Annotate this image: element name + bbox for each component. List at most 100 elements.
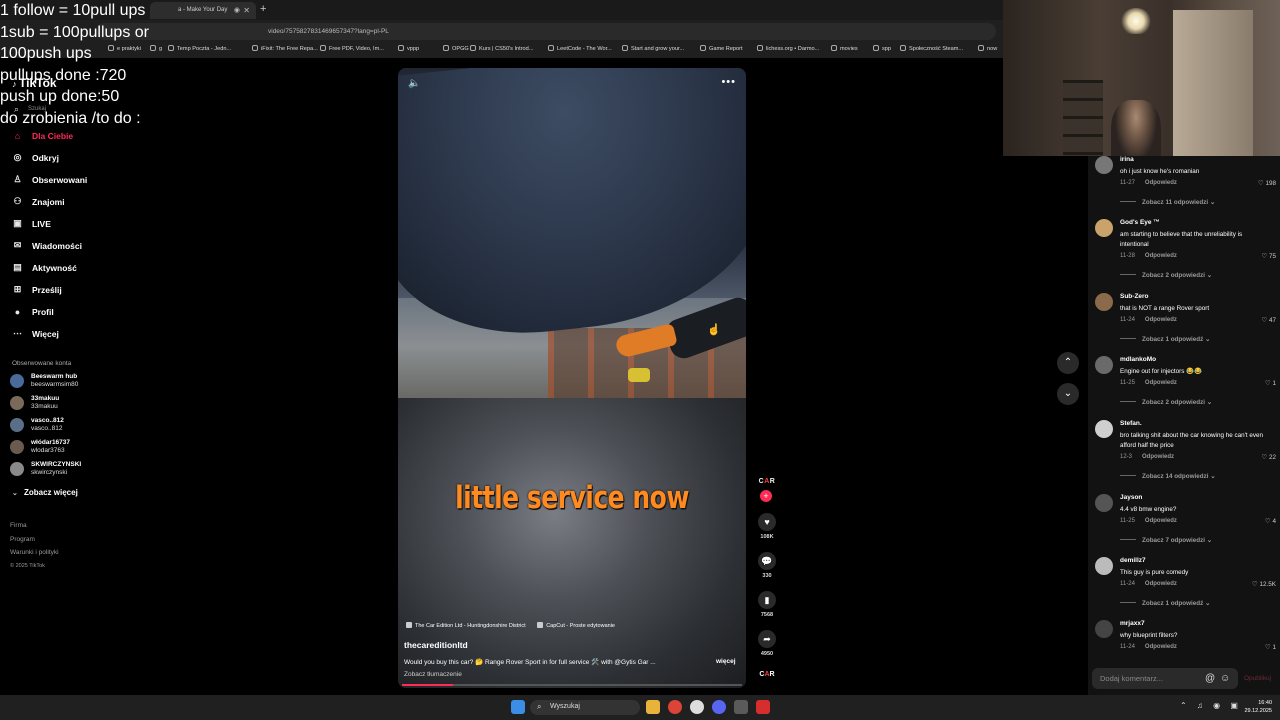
translate-link[interactable]: Zobacz tłumaczenie	[404, 671, 462, 678]
bookmark-item[interactable]: lichess.org • Darmo...	[757, 45, 819, 52]
video-progress-bar[interactable]	[402, 684, 742, 686]
view-replies-button[interactable]: Zobacz 7 odpowiedzi ⌄	[1120, 537, 1212, 544]
comment-user[interactable]: irina	[1120, 156, 1134, 163]
emoji-icon[interactable]: ☺	[1220, 673, 1230, 684]
previous-video-button[interactable]: ⌃	[1057, 352, 1079, 374]
reply-button[interactable]: Odpowiedz	[1145, 581, 1177, 587]
followed-account[interactable]: 33makuu 33makuu	[10, 394, 170, 414]
comment-like-button[interactable]: ♡ 1	[1265, 644, 1276, 651]
comment-user[interactable]: mrjaxx7	[1120, 620, 1145, 627]
bookmark-item[interactable]: Kurs | CS50's Introd...	[470, 45, 533, 52]
bookmark-item[interactable]: g	[150, 45, 162, 52]
comment-like-button[interactable]: ♡ 22	[1261, 454, 1276, 461]
reply-button[interactable]: Odpowiedz	[1145, 180, 1177, 186]
audio-icon[interactable]: ◉	[234, 6, 240, 14]
bookmark-item[interactable]: spp	[873, 45, 891, 52]
bookmark-item[interactable]: iFixit: The Free Repa...	[252, 45, 318, 52]
comment-like-button[interactable]: ♡ 12.5K	[1252, 581, 1276, 588]
bookmark-item[interactable]: Temp Poczta - Jedn...	[168, 45, 231, 52]
comment-user[interactable]: Sub-Zero	[1120, 293, 1149, 300]
new-tab-icon[interactable]: +	[260, 3, 266, 15]
comment-user[interactable]: demillz7	[1120, 557, 1146, 564]
comment-like-button[interactable]: ♡ 4	[1265, 518, 1276, 525]
bookmark-item[interactable]: vppp	[398, 45, 419, 52]
discord-icon[interactable]	[712, 700, 726, 714]
comment-user[interactable]: Stefan.	[1120, 420, 1142, 427]
comment-user[interactable]: mdlankoMo	[1120, 356, 1156, 363]
followed-account[interactable]: włódar16737 wlodar3763	[10, 438, 170, 458]
description-more-button[interactable]: więcej	[716, 658, 736, 665]
bookmark-item[interactable]: OPGG	[443, 45, 469, 52]
view-replies-button[interactable]: Zobacz 11 odpowiedzi ⌄	[1120, 199, 1215, 206]
view-replies-button[interactable]: Zobacz 1 odpowiedź ⌄	[1120, 336, 1210, 343]
followed-account[interactable]: vasco..812 vasco..812	[10, 416, 170, 436]
view-replies-button[interactable]: Zobacz 1 odpowiedź ⌄	[1120, 600, 1210, 607]
windows-start-icon[interactable]	[511, 700, 525, 714]
tab-active[interactable]: a - Make Your Day ◉ ✕	[150, 2, 256, 19]
taskbar-search[interactable]: ⌕ Wyszukaj	[530, 700, 640, 715]
file-explorer-icon[interactable]	[646, 700, 660, 714]
comment-like-button[interactable]: ♡ 1	[1265, 380, 1276, 387]
avatar[interactable]	[1095, 219, 1113, 237]
bookmark-item[interactable]: Start and grow your...	[622, 45, 684, 52]
view-replies-button[interactable]: Zobacz 2 odpowiedzi ⌄	[1120, 272, 1212, 279]
channel-avatar[interactable]: CAR	[756, 478, 778, 485]
more-options-icon[interactable]: •••	[721, 76, 736, 88]
chrome-icon[interactable]	[668, 700, 682, 714]
comment-user[interactable]: Jayson	[1120, 494, 1142, 501]
video-author[interactable]: thecareditionltd	[404, 640, 468, 650]
follow-plus-button[interactable]: +	[760, 490, 772, 502]
next-video-button[interactable]: ⌄	[1057, 383, 1079, 405]
close-tab-icon[interactable]: ✕	[243, 6, 250, 15]
bookmark-item[interactable]: LeetCode - The Wor...	[548, 45, 612, 52]
avatar[interactable]	[1095, 356, 1113, 374]
followed-account[interactable]: Beeswarm hub beeswarmsim80	[10, 372, 170, 392]
capcut-tag[interactable]: CapCut - Proste edytowanie	[546, 623, 615, 629]
comment-like-button[interactable]: ♡ 198	[1258, 180, 1276, 187]
avatar[interactable]	[1095, 293, 1113, 311]
avatar[interactable]	[1095, 557, 1113, 575]
share-button[interactable]: ➦ 4950	[756, 630, 778, 657]
bookmark-item[interactable]: movies	[831, 45, 858, 52]
app-icon[interactable]	[734, 700, 748, 714]
avatar[interactable]	[1095, 156, 1113, 174]
reply-button[interactable]: Odpowiedz	[1145, 380, 1177, 386]
volume-icon[interactable]: 🔈	[408, 78, 420, 89]
taskbar-clock[interactable]: 16:40 29.12.2025	[1238, 699, 1272, 715]
reply-button[interactable]: Odpowiedz	[1145, 253, 1177, 259]
bookmark-item[interactable]: Free PDF, Video, Im...	[320, 45, 384, 52]
avatar[interactable]	[1095, 420, 1113, 438]
comment-user[interactable]: God's Eye ™	[1120, 219, 1160, 226]
avatar[interactable]	[1095, 494, 1113, 512]
video-player[interactable]: little service now 🔈 ••• ☝ The Car Editi…	[398, 68, 746, 688]
reply-button[interactable]: Odpowiedz	[1145, 317, 1177, 323]
like-button[interactable]: ♥ 108K	[756, 513, 778, 540]
system-tray[interactable]: ⌃ ♫ ◉ ▣	[1180, 701, 1242, 710]
comment-like-button[interactable]: ♡ 47	[1261, 317, 1276, 324]
address-bar[interactable]: video/7575827831469657347?lang=pl-PL	[96, 23, 996, 40]
footer-terms[interactable]: Warunki i polityki	[10, 546, 59, 560]
reply-button[interactable]: Odpowiedz	[1145, 644, 1177, 650]
comment-like-button[interactable]: ♡ 75	[1261, 253, 1276, 260]
music-disc[interactable]: CAR	[756, 671, 778, 678]
save-button[interactable]: ▮ 7568	[756, 591, 778, 618]
followed-account[interactable]: SKWIRCZYNSKI skwirczynski	[10, 460, 170, 480]
mention-icon[interactable]: @	[1205, 673, 1215, 684]
comment-button[interactable]: 💬 330	[756, 552, 778, 579]
see-more-button[interactable]: ⌄ Zobacz więcej	[12, 488, 78, 497]
bookmark-item[interactable]: Game Report	[700, 45, 743, 52]
footer-program[interactable]: Program	[10, 533, 59, 547]
obs-icon[interactable]	[690, 700, 704, 714]
view-replies-button[interactable]: Zobacz 2 odpowiedzi ⌄	[1120, 399, 1212, 406]
reply-button[interactable]: Odpowiedz	[1142, 454, 1174, 460]
add-comment-input[interactable]: Dodaj komentarz... @ ☺	[1092, 668, 1238, 689]
bookmark-item[interactable]: Społeczność Steam...	[900, 45, 963, 52]
post-comment-button[interactable]: Opublikuj	[1244, 675, 1271, 682]
bookmark-item[interactable]: now	[978, 45, 997, 52]
location-tag[interactable]: The Car Edition Ltd - Huntingdonshire Di…	[415, 623, 526, 629]
reply-button[interactable]: Odpowiedz	[1145, 518, 1177, 524]
avatar[interactable]	[1095, 620, 1113, 638]
footer-company[interactable]: Firma	[10, 519, 59, 533]
view-replies-button[interactable]: Zobacz 14 odpowiedzi ⌄	[1120, 473, 1216, 480]
app-red-icon[interactable]	[756, 700, 770, 714]
